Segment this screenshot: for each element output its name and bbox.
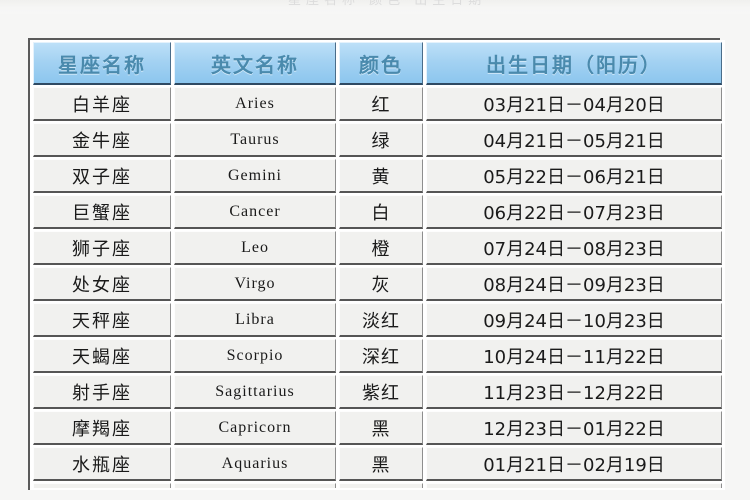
zodiac-signs-table: 星座名称 英文名称 颜色 出生日期（阳历） 白羊座 Aries 红 03月21日－04… [30, 40, 725, 490]
zodiac-table-frame: 星座名称 英文名称 颜色 出生日期（阳历） 白羊座 Aries 红 03月21日－04… [28, 38, 725, 490]
zodiac-name-cell: 处女座 [33, 267, 171, 301]
zodiac-color-cell: 橙 [339, 231, 423, 265]
table-row[interactable]: 狮子座 Leo 橙 07月24日－08月23日 [33, 231, 722, 265]
zodiac-name-cell: 摩羯座 [33, 411, 171, 445]
zodiac-birthdate-cell: 12月23日－01月22日 [426, 411, 722, 445]
table-header-row: 星座名称 英文名称 颜色 出生日期（阳历） [33, 42, 722, 85]
table-row[interactable]: 天蝎座 Scorpio 深红 10月24日－11月22日 [33, 339, 722, 373]
zodiac-color-cell: 深红 [339, 339, 423, 373]
top-clipped-text: 星座名称 颜色 出生日期 [288, 0, 487, 8]
zodiac-birthdate-cell: 10月24日－11月22日 [426, 339, 722, 373]
zodiac-color-cell: 黑 [339, 447, 423, 481]
zodiac-name-cell: 巨蟹座 [33, 195, 171, 229]
zodiac-color-cell: 绿 [339, 123, 423, 157]
bottom-clipped-cell [426, 483, 722, 488]
zodiac-name-cell: 射手座 [33, 375, 171, 409]
zodiac-english-cell: Sagittarius [174, 375, 336, 409]
table-header: 星座名称 英文名称 颜色 出生日期（阳历） [33, 42, 722, 85]
column-header-birthdate[interactable]: 出生日期（阳历） [426, 42, 722, 85]
zodiac-name-cell: 天秤座 [33, 303, 171, 337]
zodiac-color-cell: 紫红 [339, 375, 423, 409]
zodiac-color-cell: 灰 [339, 267, 423, 301]
zodiac-name-cell: 白羊座 [33, 87, 171, 121]
table-row[interactable]: 金牛座 Taurus 绿 04月21日－05月21日 [33, 123, 722, 157]
column-header-name[interactable]: 星座名称 [33, 42, 171, 85]
zodiac-english-cell: Capricorn [174, 411, 336, 445]
table-row[interactable]: 水瓶座 Aquarius 黑 01月21日－02月19日 [33, 447, 722, 481]
table-row[interactable]: 白羊座 Aries 红 03月21日－04月20日 [33, 87, 722, 121]
table-row[interactable]: 天秤座 Libra 淡红 09月24日－10月23日 [33, 303, 722, 337]
zodiac-english-cell: Taurus [174, 123, 336, 157]
zodiac-birthdate-cell: 06月22日－07月23日 [426, 195, 722, 229]
zodiac-name-cell: 双子座 [33, 159, 171, 193]
zodiac-english-cell: Libra [174, 303, 336, 337]
zodiac-english-cell: Gemini [174, 159, 336, 193]
zodiac-english-cell: Virgo [174, 267, 336, 301]
zodiac-english-cell: Scorpio [174, 339, 336, 373]
zodiac-birthdate-cell: 01月21日－02月19日 [426, 447, 722, 481]
bottom-clipped-cell [339, 483, 423, 488]
zodiac-color-cell: 白 [339, 195, 423, 229]
table-row[interactable]: 巨蟹座 Cancer 白 06月22日－07月23日 [33, 195, 722, 229]
bottom-clipped-cell [33, 483, 171, 488]
column-header-english[interactable]: 英文名称 [174, 42, 336, 85]
table-row[interactable]: 双子座 Gemini 黄 05月22日－06月21日 [33, 159, 722, 193]
zodiac-birthdate-cell: 09月24日－10月23日 [426, 303, 722, 337]
table-row[interactable]: 射手座 Sagittarius 紫红 11月23日－12月22日 [33, 375, 722, 409]
zodiac-english-cell: Cancer [174, 195, 336, 229]
zodiac-color-cell: 黑 [339, 411, 423, 445]
zodiac-birthdate-cell: 11月23日－12月22日 [426, 375, 722, 409]
table-body: 白羊座 Aries 红 03月21日－04月20日 金牛座 Taurus 绿 04月21日－0… [33, 87, 722, 488]
zodiac-color-cell: 黄 [339, 159, 423, 193]
zodiac-color-cell: 淡红 [339, 303, 423, 337]
zodiac-name-cell: 狮子座 [33, 231, 171, 265]
zodiac-english-cell: Aries [174, 87, 336, 121]
zodiac-english-cell: Aquarius [174, 447, 336, 481]
bottom-clipped-row [33, 483, 722, 488]
zodiac-color-cell: 红 [339, 87, 423, 121]
page-content: 星座名称 英文名称 颜色 出生日期（阳历） 白羊座 Aries 红 03月21日－04… [0, 14, 750, 500]
zodiac-birthdate-cell: 05月22日－06月21日 [426, 159, 722, 193]
zodiac-name-cell: 水瓶座 [33, 447, 171, 481]
bottom-clipped-cell [174, 483, 336, 488]
zodiac-birthdate-cell: 03月21日－04月20日 [426, 87, 722, 121]
top-clipped-text-strip: 星座名称 颜色 出生日期 [0, 0, 750, 14]
zodiac-birthdate-cell: 07月24日－08月23日 [426, 231, 722, 265]
table-row[interactable]: 处女座 Virgo 灰 08月24日－09月23日 [33, 267, 722, 301]
table-row[interactable]: 摩羯座 Capricorn 黑 12月23日－01月22日 [33, 411, 722, 445]
zodiac-english-cell: Leo [174, 231, 336, 265]
zodiac-birthdate-cell: 04月21日－05月21日 [426, 123, 722, 157]
zodiac-name-cell: 金牛座 [33, 123, 171, 157]
column-header-color[interactable]: 颜色 [339, 42, 423, 85]
zodiac-name-cell: 天蝎座 [33, 339, 171, 373]
zodiac-birthdate-cell: 08月24日－09月23日 [426, 267, 722, 301]
